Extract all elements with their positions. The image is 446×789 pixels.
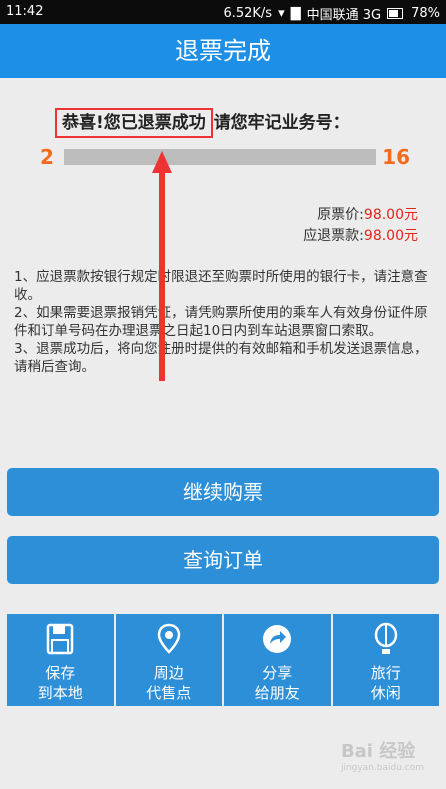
tile-share-friends[interactable]: 分享 给朋友 — [224, 614, 331, 706]
annotation-arrow — [152, 151, 172, 381]
order-number-end: 16 — [382, 145, 410, 169]
refund-price-label: 应退票款: — [303, 228, 364, 244]
note-2: 2、如果需要退票报销凭证，请凭购票所使用的乘车人有效身份证件原件和订单号码在办理… — [14, 305, 428, 339]
note-1: 1、应退票款按银行规定时限退还至购票时所使用的银行卡，请注意查收。 — [14, 269, 428, 303]
success-message: 恭喜!您已退票成功 — [55, 108, 213, 138]
tile-travel-line1: 旅行 — [370, 664, 401, 682]
action-tiles: 保存 到本地 周边 代售点 分享 给朋友 旅行 休闲 — [7, 614, 439, 706]
tile-nearby-line2: 代售点 — [146, 684, 192, 702]
original-price-value: 98.00元 — [363, 207, 418, 223]
tile-share-line1: 分享 — [262, 664, 293, 682]
save-icon — [47, 623, 74, 655]
refund-notes: 1、应退票款按银行规定时限退还至购票时所使用的银行卡，请注意查收。 2、如果需要… — [14, 268, 432, 376]
baidu-watermark: Bai 经验 jingyan.baidu.com — [341, 737, 424, 773]
tile-save-line2: 到本地 — [37, 684, 83, 702]
tile-share-line2: 给朋友 — [254, 684, 300, 702]
status-time: 11:42 — [6, 4, 44, 19]
tile-save-local[interactable]: 保存 到本地 — [7, 614, 114, 706]
tile-travel-leisure[interactable]: 旅行 休闲 — [332, 614, 439, 706]
location-pin-icon — [157, 623, 181, 654]
balloon-icon — [374, 622, 397, 654]
tile-save-line1: 保存 — [45, 664, 76, 682]
order-number: 2 16 — [40, 145, 410, 169]
order-number-start: 2 — [40, 145, 54, 169]
battery-level: 78% — [411, 6, 440, 21]
note-3: 3、退票成功后，将向您注册时提供的有效邮箱和手机发送退票信息，请稍后查询。 — [14, 341, 428, 375]
query-order-button[interactable]: 查询订单 — [7, 536, 439, 584]
carrier-label: 中国联通 3G — [306, 8, 382, 23]
congrats-line: 恭喜!您已退票成功 请您牢记业务号： — [55, 108, 350, 138]
wifi-icon: ▾ — [278, 6, 285, 21]
tile-nearby-agents[interactable]: 周边 代售点 — [115, 614, 222, 706]
share-icon — [263, 625, 292, 653]
continue-booking-button[interactable]: 继续购票 — [7, 468, 439, 516]
status-bar: 11:42 6.52K/s ▾ ▇ 中国联通 3G 78% — [0, 0, 446, 24]
status-right: 6.52K/s ▾ ▇ 中国联通 3G 78% — [223, 4, 440, 23]
original-price-label: 原票价: — [317, 207, 364, 223]
refund-price-row: 应退票款:98.00元 — [303, 225, 418, 245]
tile-travel-line2: 休闲 — [370, 684, 401, 702]
original-price-row: 原票价:98.00元 — [317, 204, 418, 224]
signal-icon: ▇ — [290, 6, 301, 21]
network-speed: 6.52K/s — [223, 6, 273, 21]
page-title: 退票完成 — [0, 24, 446, 78]
tile-nearby-line1: 周边 — [153, 664, 184, 682]
watermark-sub: jingyan.baidu.com — [340, 763, 424, 773]
watermark-text: Bai 经验 — [340, 741, 416, 762]
order-number-redacted — [64, 149, 377, 165]
battery-icon — [387, 8, 404, 19]
main-content: 恭喜!您已退票成功 请您牢记业务号： 2 16 原票价:98.00元 应退票款:… — [0, 78, 446, 789]
refund-price-value: 98.00元 — [363, 228, 418, 244]
order-prompt: 请您牢记业务号： — [213, 113, 350, 133]
